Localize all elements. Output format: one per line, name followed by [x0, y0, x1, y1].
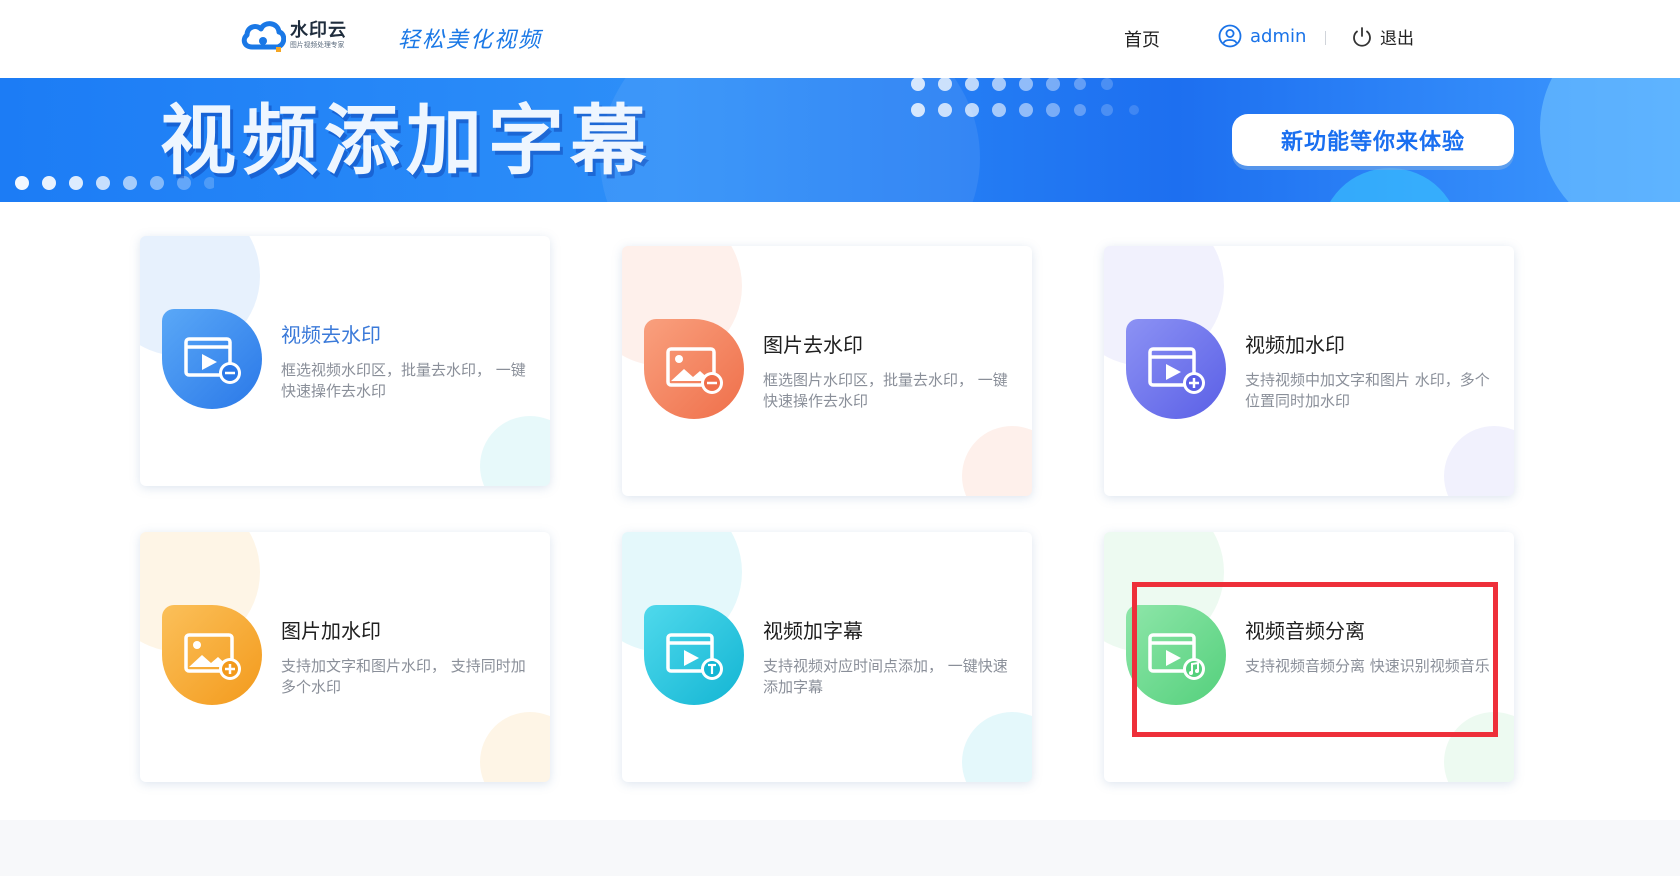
feature-card-video-subtitle[interactable]: 视频加字幕 支持视频对应时间点添加， 一键快速添加字幕: [622, 532, 1032, 782]
banner-decoration: [1320, 168, 1460, 202]
card-title: 视频加水印: [1245, 333, 1345, 357]
card-decoration: [962, 426, 1032, 496]
card-description: 支持视频音频分离 快速识别视频音乐: [1245, 657, 1490, 675]
banner-title: 视频添加字幕: [160, 96, 652, 185]
logout-button[interactable]: 退出: [1350, 24, 1414, 49]
card-description: 支持视频中加文字和图片 水印，多个位置同时加水印: [1245, 371, 1490, 410]
power-icon: [1353, 26, 1371, 47]
image-add-icon: [162, 605, 262, 705]
video-audio-icon: [1126, 605, 1226, 705]
footer-band: [0, 820, 1680, 876]
promo-banner[interactable]: 视频添加字幕 新功能等你来体验: [0, 78, 1680, 202]
video-add-icon: [1126, 319, 1226, 419]
card-description: 框选图片水印区，批量去水印， 一键快速操作去水印: [763, 371, 1008, 410]
feature-card-video-add-watermark[interactable]: 视频加水印 支持视频中加文字和图片 水印，多个位置同时加水印: [1104, 246, 1514, 496]
feature-card-image-add-watermark[interactable]: 图片加水印 支持加文字和图片水印， 支持同时加多个水印: [140, 532, 550, 782]
card-title: 图片去水印: [763, 333, 863, 357]
banner-decoration: [1540, 78, 1680, 202]
nav-divider: [1325, 31, 1326, 45]
top-header: 水印云 图片视频处理专家 轻松美化视频 首页 admin 退出: [0, 0, 1680, 78]
nav-home-link[interactable]: 首页: [1124, 26, 1160, 52]
card-decoration: [480, 416, 550, 486]
video-remove-icon: [162, 309, 262, 409]
card-description: 支持视频对应时间点添加， 一键快速添加字幕: [763, 657, 1008, 696]
card-decoration: [1444, 426, 1514, 496]
dots-decoration: [911, 78, 1139, 117]
user-name: admin: [1250, 25, 1307, 47]
user-icon: [1218, 24, 1242, 48]
new-feature-button[interactable]: 新功能等你来体验: [1232, 114, 1514, 166]
card-title: 视频去水印: [281, 323, 381, 347]
nav-user[interactable]: admin: [1218, 24, 1306, 48]
card-description: 支持加文字和图片水印， 支持同时加多个水印: [281, 657, 526, 696]
card-title: 图片加水印: [281, 619, 381, 643]
card-title: 视频音频分离: [1245, 619, 1365, 643]
card-decoration: [962, 712, 1032, 782]
logout-label: 退出: [1380, 29, 1414, 49]
feature-card-image-remove-watermark[interactable]: 图片去水印 框选图片水印区，批量去水印， 一键快速操作去水印: [622, 246, 1032, 496]
feature-card-video-remove-watermark[interactable]: 视频去水印 框选视频水印区，批量去水印， 一键快速操作去水印: [140, 236, 550, 486]
card-decoration: [480, 712, 550, 782]
card-decoration: [1444, 712, 1514, 782]
video-subtitle-icon: [644, 605, 744, 705]
top-nav: 首页 admin 退出: [0, 0, 1680, 78]
card-description: 框选视频水印区，批量去水印， 一键快速操作去水印: [281, 361, 526, 400]
card-title: 视频加字幕: [763, 619, 863, 643]
feature-card-video-audio-separation[interactable]: 视频音频分离 支持视频音频分离 快速识别视频音乐: [1104, 532, 1514, 782]
image-remove-icon: [644, 319, 744, 419]
